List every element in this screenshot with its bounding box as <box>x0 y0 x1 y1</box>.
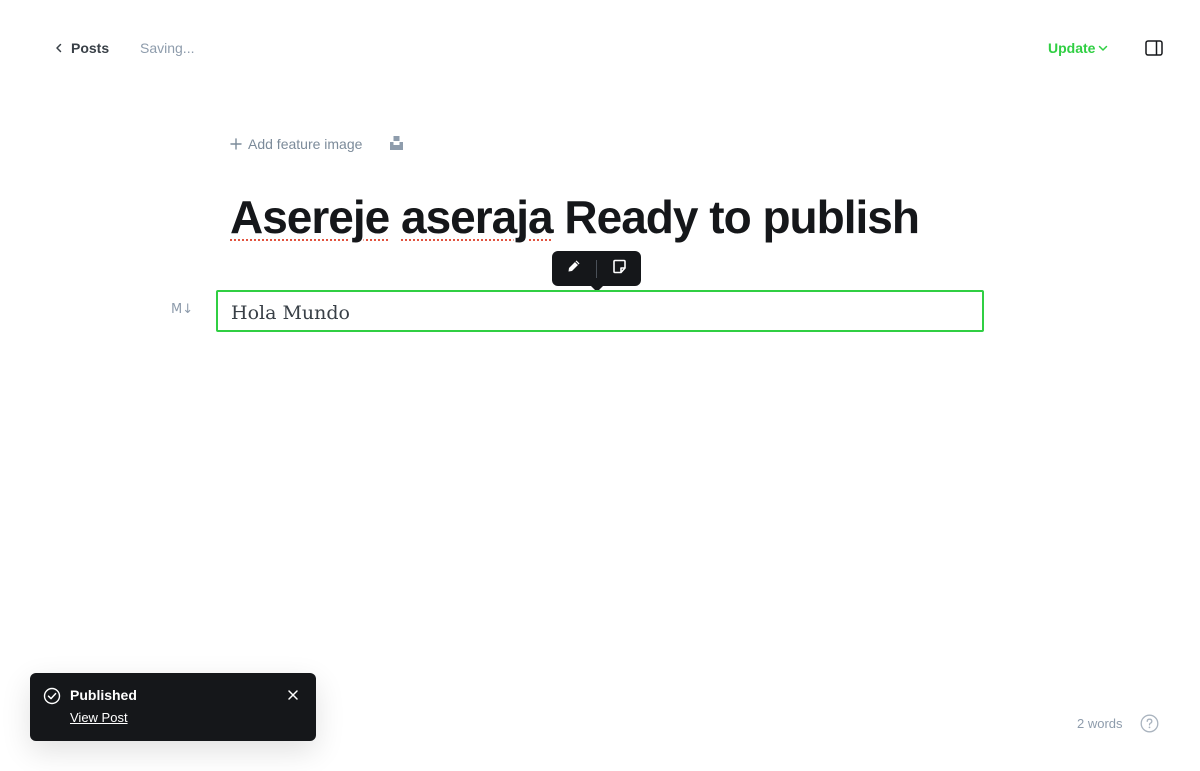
feature-image-row: Add feature image <box>230 134 362 154</box>
back-to-posts-link[interactable]: Posts <box>54 38 109 58</box>
sidebar-toggle-icon[interactable] <box>1145 40 1163 56</box>
check-circle-icon <box>43 687 61 705</box>
close-icon[interactable] <box>287 688 299 700</box>
title-text: Ready to publish <box>564 191 920 243</box>
markdown-card[interactable]: Hola Mundo <box>216 290 984 332</box>
pencil-icon <box>567 259 581 278</box>
chevron-left-icon <box>54 43 64 53</box>
view-post-link[interactable]: View Post <box>70 710 128 725</box>
chevron-down-icon <box>1098 43 1108 53</box>
word-count: 2 words <box>1077 716 1123 731</box>
plus-icon <box>230 138 242 150</box>
save-snippet-button[interactable] <box>597 251 641 286</box>
published-toast: Published View Post <box>30 673 316 741</box>
unsplash-icon[interactable] <box>389 135 404 151</box>
markdown-icon-label: M↓ <box>171 301 194 317</box>
add-feature-image-button[interactable]: Add feature image <box>230 136 362 152</box>
help-icon[interactable] <box>1140 714 1159 733</box>
card-toolbar <box>552 251 641 292</box>
title-word-misspelled: Asereje <box>230 191 390 243</box>
post-title[interactable]: Asereje aseraja Ready to publish <box>230 189 920 245</box>
save-status: Saving... <box>140 40 195 56</box>
add-feature-image-label: Add feature image <box>248 136 363 152</box>
update-button-label: Update <box>1048 40 1096 56</box>
toast-title: Published <box>70 687 137 703</box>
back-link-label: Posts <box>71 40 110 56</box>
update-button[interactable]: Update <box>1048 38 1108 58</box>
snippet-icon <box>612 259 627 279</box>
markdown-card-content: Hola Mundo <box>231 302 350 324</box>
markdown-icon: M↓ <box>171 301 193 317</box>
edit-card-button[interactable] <box>552 251 596 286</box>
title-word-misspelled: aseraja <box>401 191 554 243</box>
